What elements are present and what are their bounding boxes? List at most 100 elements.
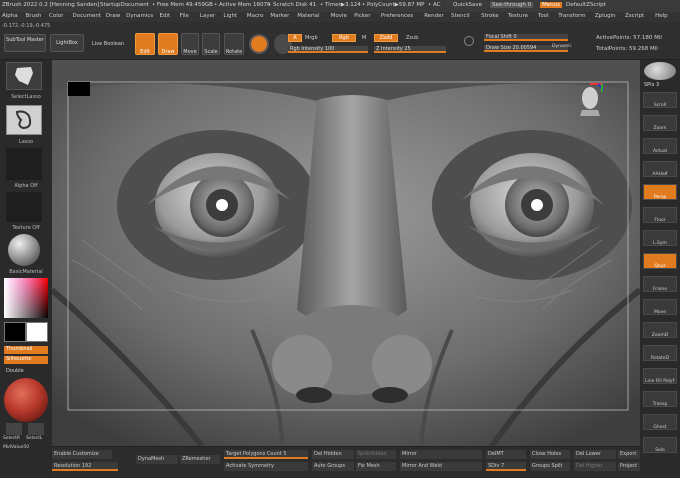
spix-slider[interactable]: SPix 3 — [644, 82, 659, 88]
ac-button[interactable]: • AC — [428, 2, 441, 8]
move-button[interactable]: Move — [181, 33, 199, 55]
dynamic-button[interactable]: Dynamic — [552, 44, 572, 49]
menu-render[interactable]: Render — [424, 13, 444, 19]
delmt-button[interactable]: DelMT — [486, 450, 526, 459]
menu-draw[interactable]: Draw — [106, 13, 120, 19]
project-button[interactable]: Project — [618, 462, 640, 471]
lightbox-button[interactable]: LightBox — [50, 34, 84, 52]
menu-transform[interactable]: Transform — [558, 13, 585, 19]
menu-material[interactable]: Material — [297, 13, 319, 19]
fix-mesh-button[interactable]: Fix Mesh — [356, 462, 396, 471]
selectr-icon[interactable] — [6, 423, 22, 435]
z-intensity-slider[interactable]: Z Intensity 25 — [374, 46, 446, 53]
mirror-and-weld-button[interactable]: Mirror And Weld — [400, 462, 482, 471]
menu-macro[interactable]: Macro — [247, 13, 264, 19]
shelf-ghost-button[interactable]: Ghost — [643, 414, 677, 430]
export-button[interactable]: Export — [618, 450, 640, 459]
shelf-frame-button[interactable]: Frame — [643, 276, 677, 292]
dynamesh-button[interactable]: DynaMesh — [136, 455, 178, 464]
zsub-button[interactable]: Zsub — [406, 35, 418, 41]
menu-stroke[interactable]: Stroke — [481, 13, 499, 19]
menu-picker[interactable]: Picker — [354, 13, 370, 19]
menu-file[interactable]: File — [180, 13, 189, 19]
viewport-canvas[interactable] — [52, 60, 640, 446]
shelf-solo-button[interactable]: Solo — [643, 437, 677, 453]
menu-zplugin[interactable]: Zplugin — [595, 13, 616, 19]
shelf-l-sym-button[interactable]: L.Sym — [643, 230, 677, 246]
shelf-zoomd-button[interactable]: ZoomD — [643, 322, 677, 338]
mrgb-button[interactable]: Mrgb — [305, 35, 318, 41]
midvalue-slider[interactable]: MidValue50 — [3, 445, 29, 450]
silhouette-button[interactable]: Silhouette — [4, 356, 48, 364]
selectlasso-icon[interactable] — [6, 62, 42, 90]
secondary-color-swatch[interactable] — [26, 322, 48, 342]
thumbnail-button[interactable]: Thumbnail — [4, 346, 48, 354]
texture-slot[interactable] — [6, 192, 42, 222]
shelf-transp-button[interactable]: Transp — [643, 391, 677, 407]
material-sphere-icon[interactable] — [8, 234, 40, 266]
shelf-scroll-button[interactable]: Scroll — [643, 92, 677, 108]
shelf-actual-button[interactable]: Actual — [643, 138, 677, 154]
menu-layer[interactable]: Layer — [200, 13, 215, 19]
shelf-aahalf-button[interactable]: AAHalf — [643, 161, 677, 177]
split-hidden-button[interactable]: SplitHidden — [356, 450, 396, 459]
live-boolean-button[interactable]: Live Boolean — [92, 41, 124, 47]
focal-shift-slider[interactable]: Focal Shift 0 — [484, 34, 568, 41]
groups-split-button[interactable]: Groups Split — [530, 462, 570, 471]
menu-light[interactable]: Light — [223, 13, 237, 19]
shelf-qxyz-button[interactable]: Qxyz — [643, 253, 677, 269]
brush-icon[interactable] — [249, 34, 269, 54]
del-higher-button[interactable]: Del Higher — [574, 462, 616, 471]
edit-button[interactable]: Edit — [135, 33, 155, 55]
enable-customize-button[interactable]: Enable Customize — [52, 450, 112, 459]
default-zscript[interactable]: DefaultZScript — [566, 2, 606, 8]
sdiv-slider[interactable]: SDiv 7 — [486, 462, 526, 471]
selectl-icon[interactable] — [28, 423, 44, 435]
scale-button[interactable]: Scale — [202, 33, 220, 55]
del-hidden-button[interactable]: Del Hidden — [312, 450, 354, 459]
menu-brush[interactable]: Brush — [26, 13, 42, 19]
rgb-button[interactable]: Rgb — [332, 34, 356, 42]
draw-button[interactable]: Draw — [158, 33, 178, 55]
close-holes-button[interactable]: Close Holes — [530, 450, 570, 459]
menu-tool[interactable]: Tool — [538, 13, 549, 19]
primary-color-swatch[interactable] — [4, 322, 26, 342]
activate-symmetry-button[interactable]: Activate Symmetry — [224, 462, 308, 471]
mirror-button[interactable]: Mirror — [400, 450, 482, 459]
menu-edit[interactable]: Edit — [160, 13, 171, 19]
navigation-head-icon[interactable] — [576, 82, 605, 116]
menu-document[interactable]: Document — [73, 13, 102, 19]
menu-texture[interactable]: Texture — [508, 13, 528, 19]
resolution-slider[interactable]: Resolution 192 — [52, 462, 118, 471]
menu-movie[interactable]: Movie — [331, 13, 347, 19]
menu-marker[interactable]: Marker — [270, 13, 289, 19]
menu-dynamics[interactable]: Dynamics — [126, 13, 153, 19]
alpha-slot[interactable] — [6, 148, 42, 180]
menus-button[interactable]: Menus — [540, 2, 562, 8]
shelf-line-fill-polyf-button[interactable]: Line Fill PolyF — [643, 368, 677, 384]
m-button[interactable]: M — [362, 35, 366, 41]
selectr-label[interactable]: SelectR — [3, 436, 20, 441]
shelf-persp-button[interactable]: Persp — [643, 184, 677, 200]
shelf-zoom-button[interactable]: Zoom — [643, 115, 677, 131]
shelf-floor-button[interactable]: Floor — [643, 207, 677, 223]
material-preview-icon[interactable] — [4, 378, 48, 422]
rgb-intensity-slider[interactable]: Rgb Intensity 100 — [288, 46, 368, 53]
shelf-rotated-button[interactable]: RotateD — [643, 345, 677, 361]
menu-help[interactable]: Help — [655, 13, 668, 19]
zremesher-button[interactable]: ZRemesher — [180, 455, 220, 464]
seethrough-slider[interactable]: See-through 0 — [490, 2, 534, 8]
menu-preferences[interactable]: Preferences — [381, 13, 413, 19]
target-polygons-slider[interactable]: Target Polygons Count 5 — [224, 450, 308, 459]
menu-zscript[interactable]: Zscript — [625, 13, 644, 19]
shelf-move-button[interactable]: Move — [643, 299, 677, 315]
color-picker[interactable] — [4, 278, 48, 318]
lasso-icon[interactable] — [6, 105, 42, 135]
selectl-label[interactable]: SelectL — [26, 436, 42, 441]
menu-stencil[interactable]: Stencil — [451, 13, 470, 19]
del-lower-button[interactable]: Del Lower — [574, 450, 616, 459]
zadd-button[interactable]: Zadd — [374, 34, 398, 42]
menu-alpha[interactable]: Alpha — [2, 13, 18, 19]
bpr-render-icon[interactable] — [644, 62, 676, 80]
quicksave-button[interactable]: QuickSave — [453, 2, 482, 8]
